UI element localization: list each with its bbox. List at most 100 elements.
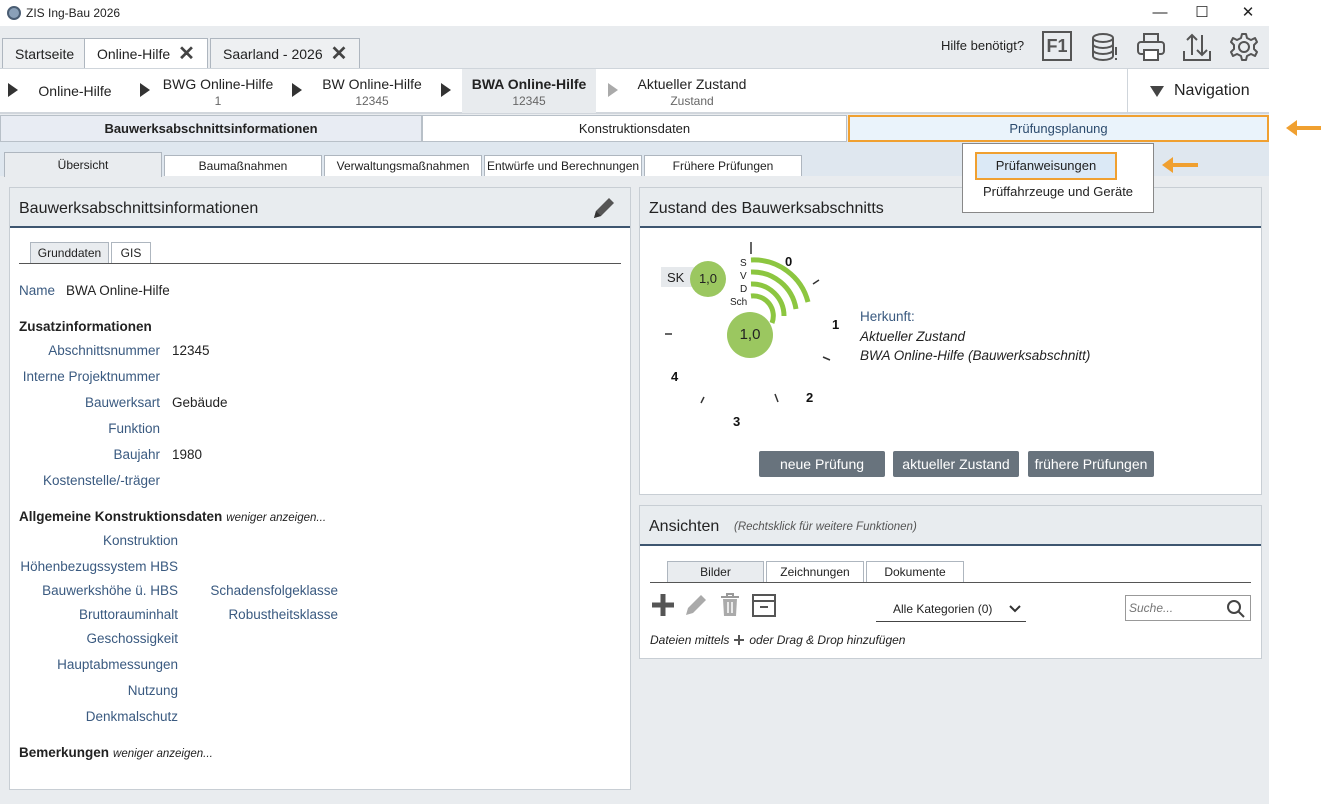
menu-item-pruefanweisungen[interactable]: Prüfanweisungen (975, 152, 1117, 180)
tab-bauwerksabschnittsinformationen[interactable]: Bauwerksabschnittsinformationen (0, 115, 422, 142)
category-v: V (740, 271, 747, 282)
breadcrumb-sublabel: 12345 (512, 94, 546, 108)
section-title: Allgemeine Konstruktionsdaten (19, 509, 223, 524)
annotation-arrow-icon (1162, 157, 1198, 173)
database-icon[interactable] (1089, 31, 1121, 63)
close-button[interactable]: ✕ (1228, 2, 1268, 24)
tab-bilder[interactable]: Bilder (667, 561, 764, 582)
breadcrumb-item[interactable]: BW Online-Hilfe 12345 (312, 69, 432, 113)
tab-konstruktionsdaten[interactable]: Konstruktionsdaten (422, 115, 847, 142)
category-select-value: Alle Kategorien (0) (893, 602, 993, 616)
subtab-uebersicht[interactable]: Übersicht (4, 152, 162, 177)
breadcrumb-item[interactable]: Online-Hilfe (30, 69, 120, 113)
category-select[interactable]: Alle Kategorien (0) (876, 596, 1026, 622)
ansichten-panel: Ansichten (Rechtsklick für weitere Funkt… (639, 505, 1262, 659)
toggle-less-link[interactable]: weniger anzeigen... (113, 748, 213, 760)
panel-title: Zustand des Bauwerksabschnitts (649, 200, 884, 217)
breadcrumb-label: Online-Hilfe (38, 83, 112, 99)
menu-item-prueffahrzeuge[interactable]: Prüffahrzeuge und Geräte (963, 184, 1153, 199)
field-label: Hauptabmessungen (57, 657, 178, 672)
close-tab-icon[interactable]: ✕ (331, 44, 348, 64)
breadcrumb-arrow-icon (608, 83, 618, 97)
document-tabs: Startseite Online-Hilfe ✕ Saarland - 202… (0, 26, 1269, 69)
field-label: Abschnittsnummer (48, 343, 160, 358)
breadcrumb-item[interactable]: Aktueller Zustand Zustand (628, 69, 756, 113)
breadcrumb-label: BW Online-Hilfe (322, 76, 422, 92)
name-label: Name (19, 283, 56, 298)
field-label: Bauwerkshöhe ü. HBS (42, 583, 178, 598)
breadcrumb-item[interactable]: BWG Online-Hilfe 1 (155, 69, 281, 113)
toggle-less-link[interactable]: weniger anzeigen... (226, 512, 326, 524)
close-tab-icon[interactable]: ✕ (178, 44, 195, 64)
tab-startseite[interactable]: Startseite (2, 38, 88, 68)
breadcrumb-item-current[interactable]: BWA Online-Hilfe 12345 (462, 69, 596, 113)
aktueller-zustand-button[interactable]: aktueller Zustand (893, 451, 1019, 477)
field-value: 1980 (172, 447, 203, 462)
gauge-number: 3 (733, 414, 741, 429)
bauwerksabschnitt-panel: Bauwerksabschnittsinformationen Grunddat… (9, 187, 631, 790)
print-icon[interactable] (1135, 31, 1167, 63)
herkunft-line1: Aktueller Zustand (860, 329, 966, 344)
archive-box-icon[interactable] (751, 592, 777, 618)
search-box (1125, 595, 1251, 621)
edit-pencil-icon[interactable] (683, 592, 709, 618)
tab-underline (650, 582, 1251, 583)
fruehere-pruefungen-button[interactable]: frühere Prüfungen (1028, 451, 1154, 477)
field-label: Funktion (108, 421, 160, 436)
field-label: Bruttorauminhalt (78, 607, 178, 622)
tab-online-hilfe[interactable]: Online-Hilfe ✕ (84, 38, 208, 69)
zustand-value-circle: 1,0 (727, 312, 773, 358)
breadcrumb-arrow-icon (140, 83, 150, 97)
tab-pruefungsplanung[interactable]: Prüfungsplanung (848, 115, 1269, 142)
zustand-panel: Zustand des Bauwerksabschnitts SK 1,0 S … (639, 187, 1262, 495)
upload-hint-part2: oder Drag & Drop hinzufügen (749, 633, 906, 647)
add-plus-icon[interactable] (650, 592, 676, 618)
gauge-number: 1 (832, 317, 840, 332)
breadcrumb-arrow-icon (8, 83, 18, 97)
gauge-number: 4 (671, 369, 679, 384)
herkunft-label: Herkunft: (860, 309, 915, 324)
subtab-verwaltungsmassnahmen[interactable]: Verwaltungsmaßnahmen (324, 155, 482, 176)
upload-download-icon[interactable] (1181, 31, 1213, 63)
title-bar: ZIS Ing-Bau 2026 — ☐ ✕ (0, 0, 1269, 26)
minimize-button[interactable]: — (1140, 2, 1180, 24)
neue-pruefung-button[interactable]: neue Prüfung (759, 451, 885, 477)
field-label: Schadensfolgeklasse (210, 583, 338, 598)
tab-grunddaten[interactable]: Grunddaten (30, 242, 109, 263)
tab-zeichnungen[interactable]: Zeichnungen (766, 561, 864, 582)
field-label: Konstruktion (102, 533, 178, 548)
sk-label: SK (667, 270, 685, 285)
f1-help-icon[interactable]: F1 (1042, 31, 1074, 63)
trash-icon[interactable] (718, 592, 742, 618)
tab-gis[interactable]: GIS (111, 242, 151, 263)
tab-saarland[interactable]: Saarland - 2026 ✕ (210, 38, 361, 68)
field-label: Bauwerksart (84, 395, 160, 410)
search-icon[interactable] (1226, 599, 1246, 619)
search-input[interactable] (1129, 599, 1221, 617)
pruefungsplanung-menu: Prüfanweisungen Prüffahrzeuge und Geräte (962, 143, 1154, 213)
navigation-label: Navigation (1174, 82, 1250, 99)
panel-hint: (Rechtsklick für weitere Funktionen) (734, 521, 917, 533)
category-d: D (740, 284, 748, 295)
settings-gear-icon[interactable] (1228, 31, 1260, 63)
field-label: Kostenstelle/-träger (42, 473, 160, 488)
subtab-fruehere-pruefungen[interactable]: Frühere Prüfungen (644, 155, 802, 176)
breadcrumb-label: Aktueller Zustand (637, 76, 747, 92)
section-zusatzinformationen: Zusatzinformationen (19, 319, 152, 334)
tab-label: Saarland - 2026 (223, 45, 323, 62)
section-title: Bemerkungen (19, 745, 110, 760)
category-s: S (740, 258, 747, 269)
edit-pencil-icon[interactable] (591, 195, 617, 221)
tab-dokumente[interactable]: Dokumente (866, 561, 964, 582)
subtab-entwuerfe[interactable]: Entwürfe und Berechnungen (484, 155, 642, 176)
breadcrumb-sublabel: 12345 (355, 94, 389, 108)
triangle-down-icon (1150, 85, 1164, 97)
upload-hint-part1: Dateien mittels (650, 633, 730, 647)
breadcrumb-label: BWG Online-Hilfe (162, 76, 274, 92)
app-logo-icon (7, 6, 21, 20)
breadcrumb-arrow-icon (441, 83, 451, 97)
maximize-button[interactable]: ☐ (1182, 2, 1222, 24)
field-label: Robustheitsklasse (228, 607, 338, 622)
subtab-baumassnahmen[interactable]: Baumaßnahmen (164, 155, 322, 176)
navigation-button[interactable]: Navigation (1127, 69, 1269, 113)
